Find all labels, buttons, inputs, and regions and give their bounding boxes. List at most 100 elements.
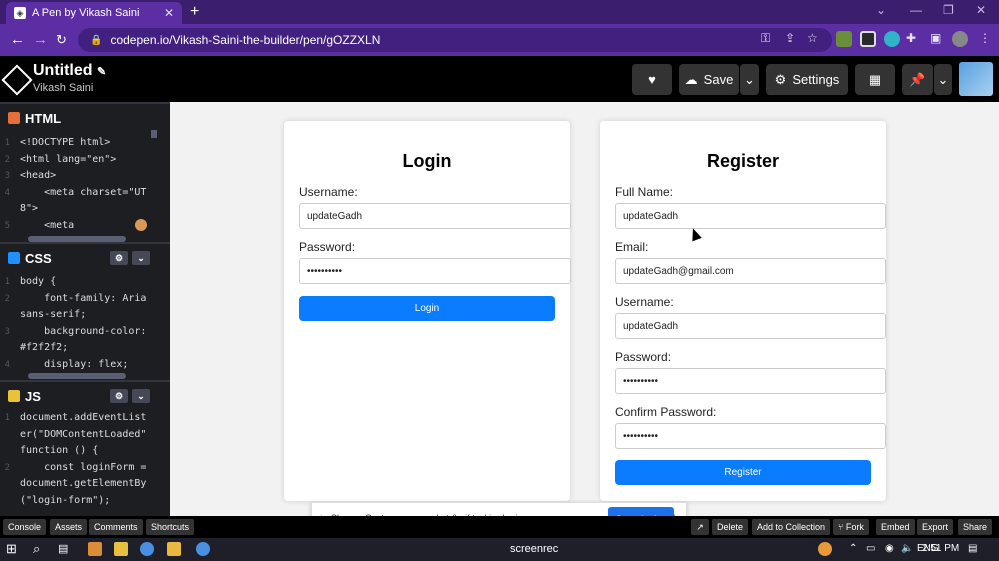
code-line: #f2f2f2; bbox=[0, 340, 160, 357]
save-dropdown-button[interactable]: ⌄ bbox=[740, 64, 759, 95]
back-icon[interactable]: ← bbox=[10, 31, 25, 48]
css-settings-icon[interactable]: ⚙ bbox=[110, 251, 128, 265]
profile-avatar[interactable] bbox=[952, 31, 968, 47]
delete-button[interactable]: Delete bbox=[712, 519, 749, 535]
shortcuts-button[interactable]: Shortcuts bbox=[146, 519, 195, 535]
code-line: 8"> bbox=[0, 201, 160, 218]
codepen-logo-icon[interactable] bbox=[1, 64, 33, 96]
menu-kebab-icon[interactable]: ⋮ bbox=[979, 31, 991, 45]
lock-icon: 🔒 bbox=[90, 34, 103, 46]
address-bar[interactable]: 🔒 codepen.io/Vikash-Saini-the-builder/pe… bbox=[78, 28, 832, 52]
confirm-password-label: Confirm Password: bbox=[615, 405, 717, 419]
layout-icon: ▦ bbox=[868, 71, 882, 87]
register-card: Register Full Name: updateGadh Email: up… bbox=[600, 121, 886, 501]
browser-tab[interactable]: ◈ A Pen by Vikash Saini ✕ bbox=[6, 2, 182, 24]
tab-close-icon[interactable]: ✕ bbox=[164, 6, 174, 20]
save-button[interactable]: ☁ Save bbox=[679, 64, 739, 95]
js-code[interactable]: 1 document.addEventList er("DOMContentLoad… bbox=[0, 410, 160, 509]
share-icon[interactable]: ⇪ bbox=[785, 31, 795, 45]
fork-icon: ⑂ bbox=[838, 522, 844, 532]
extension-icon[interactable] bbox=[836, 31, 852, 47]
extension-capture-icon[interactable] bbox=[860, 31, 876, 47]
line-number: 5 bbox=[4, 220, 10, 231]
volume-icon[interactable]: 🔈 bbox=[901, 543, 913, 554]
codepen-favicon-icon: ◈ bbox=[14, 7, 26, 19]
forward-icon[interactable]: → bbox=[33, 31, 48, 48]
app-icon[interactable] bbox=[88, 542, 102, 556]
network-icon[interactable]: ◉ bbox=[885, 543, 894, 554]
file-explorer-icon[interactable] bbox=[167, 542, 181, 556]
layout-button[interactable]: ▦ bbox=[855, 64, 895, 95]
register-username-input[interactable]: updateGadh bbox=[615, 313, 886, 339]
close-window-icon[interactable]: ✕ bbox=[976, 3, 986, 17]
pen-author[interactable]: Vikash Saini bbox=[33, 82, 93, 94]
register-button[interactable]: Register bbox=[615, 460, 871, 485]
external-link-icon[interactable]: ↗ bbox=[691, 519, 709, 535]
confirm-password-input[interactable]: •••••••••• bbox=[615, 423, 886, 449]
html-pane-header[interactable]: HTML bbox=[0, 102, 170, 132]
embed-button[interactable]: Embed bbox=[876, 519, 915, 535]
css-code[interactable]: 1 body {2 font-family: Aria sans-serif; 3 b… bbox=[0, 274, 160, 373]
code-text: sans-serif; bbox=[20, 309, 87, 320]
export-button[interactable]: Export bbox=[917, 519, 954, 535]
css-pane-header[interactable]: CSS ⚙ ⌄ bbox=[0, 242, 170, 272]
extension-globe-icon[interactable] bbox=[884, 31, 900, 47]
assets-button[interactable]: Assets bbox=[50, 519, 88, 535]
chevron-down-icon: ⌄ bbox=[744, 71, 755, 87]
css-collapse-icon[interactable]: ⌄ bbox=[132, 251, 150, 265]
js-pane-header[interactable]: JS ⚙ ⌄ bbox=[0, 380, 170, 410]
maximize-icon[interactable]: ❐ bbox=[943, 3, 954, 17]
code-line: function () { bbox=[0, 443, 160, 460]
puzzle-icon[interactable]: ✚ bbox=[906, 31, 916, 45]
code-line: 2 font-family: Aria bbox=[0, 291, 160, 308]
pin-button[interactable]: 📌 bbox=[902, 64, 933, 95]
notifications-icon[interactable]: ▤ bbox=[968, 543, 977, 554]
edit-pencil-icon[interactable]: ✎ bbox=[97, 66, 106, 78]
fork-button[interactable]: ⑂ Fork bbox=[833, 519, 869, 535]
windows-start-icon[interactable]: ⊞ bbox=[6, 541, 17, 557]
battery-icon[interactable]: ▭ bbox=[866, 543, 875, 554]
pin-dropdown-button[interactable]: ⌄ bbox=[934, 64, 952, 95]
task-view-icon[interactable]: ▤ bbox=[58, 542, 68, 555]
user-avatar[interactable] bbox=[959, 62, 993, 96]
chrome-profile-icon[interactable] bbox=[196, 542, 210, 556]
add-to-collection-button[interactable]: Add to Collection bbox=[752, 519, 831, 535]
chrome-icon[interactable] bbox=[140, 542, 154, 556]
tab-search-icon[interactable]: ⌄ bbox=[876, 3, 886, 17]
sidepanel-icon[interactable]: ▣ bbox=[930, 31, 941, 45]
reload-icon[interactable]: ↻ bbox=[56, 32, 67, 48]
share-button[interactable]: Share bbox=[958, 519, 993, 535]
login-username-input[interactable]: updateGadh bbox=[299, 203, 571, 229]
minimize-icon[interactable]: — bbox=[910, 3, 922, 17]
login-password-input[interactable]: •••••••••• bbox=[299, 258, 571, 284]
bookmark-star-icon[interactable]: ☆ bbox=[807, 31, 818, 45]
fullname-input[interactable]: updateGadh bbox=[615, 203, 886, 229]
love-button[interactable]: ♥ bbox=[632, 64, 672, 95]
tray-chevron-icon[interactable]: ⌃ bbox=[849, 543, 857, 554]
clock[interactable]: 2:51 PM bbox=[922, 543, 959, 554]
pen-title[interactable]: Untitled ✎ bbox=[33, 62, 106, 80]
css-hscrollbar[interactable] bbox=[28, 373, 126, 379]
js-collapse-icon[interactable]: ⌄ bbox=[132, 389, 150, 403]
line-number bbox=[0, 493, 20, 510]
code-text: document.getElementBy bbox=[20, 478, 147, 489]
line-number: 4 bbox=[4, 359, 10, 370]
html-code[interactable]: 1 <!DOCTYPE html> 2 <html lang="en"> 3 <head>… bbox=[0, 135, 160, 234]
register-password-input[interactable]: •••••••••• bbox=[615, 368, 886, 394]
code-line: 3 background-color: bbox=[0, 324, 160, 341]
new-tab-icon[interactable]: + bbox=[190, 3, 199, 21]
pin-icon: 📌 bbox=[909, 71, 926, 87]
login-button[interactable]: Login bbox=[299, 296, 555, 321]
weather-icon[interactable] bbox=[818, 542, 832, 556]
console-button[interactable]: Console bbox=[3, 519, 47, 535]
settings-button[interactable]: ⚙ Settings bbox=[766, 64, 848, 95]
browser-toolbar: ← → ↻ 🔒 codepen.io/Vikash-Saini-the-buil… bbox=[0, 24, 999, 56]
sticky-notes-icon[interactable] bbox=[114, 542, 128, 556]
js-settings-icon[interactable]: ⚙ bbox=[110, 389, 128, 403]
email-input[interactable]: updateGadh@gmail.com bbox=[615, 258, 886, 284]
search-icon[interactable]: ⌕ bbox=[33, 541, 40, 557]
line-number bbox=[0, 340, 20, 357]
key-icon[interactable]: ⚿ bbox=[761, 31, 770, 46]
line-number: 3 bbox=[4, 171, 10, 181]
comments-button[interactable]: Comments bbox=[89, 519, 143, 535]
